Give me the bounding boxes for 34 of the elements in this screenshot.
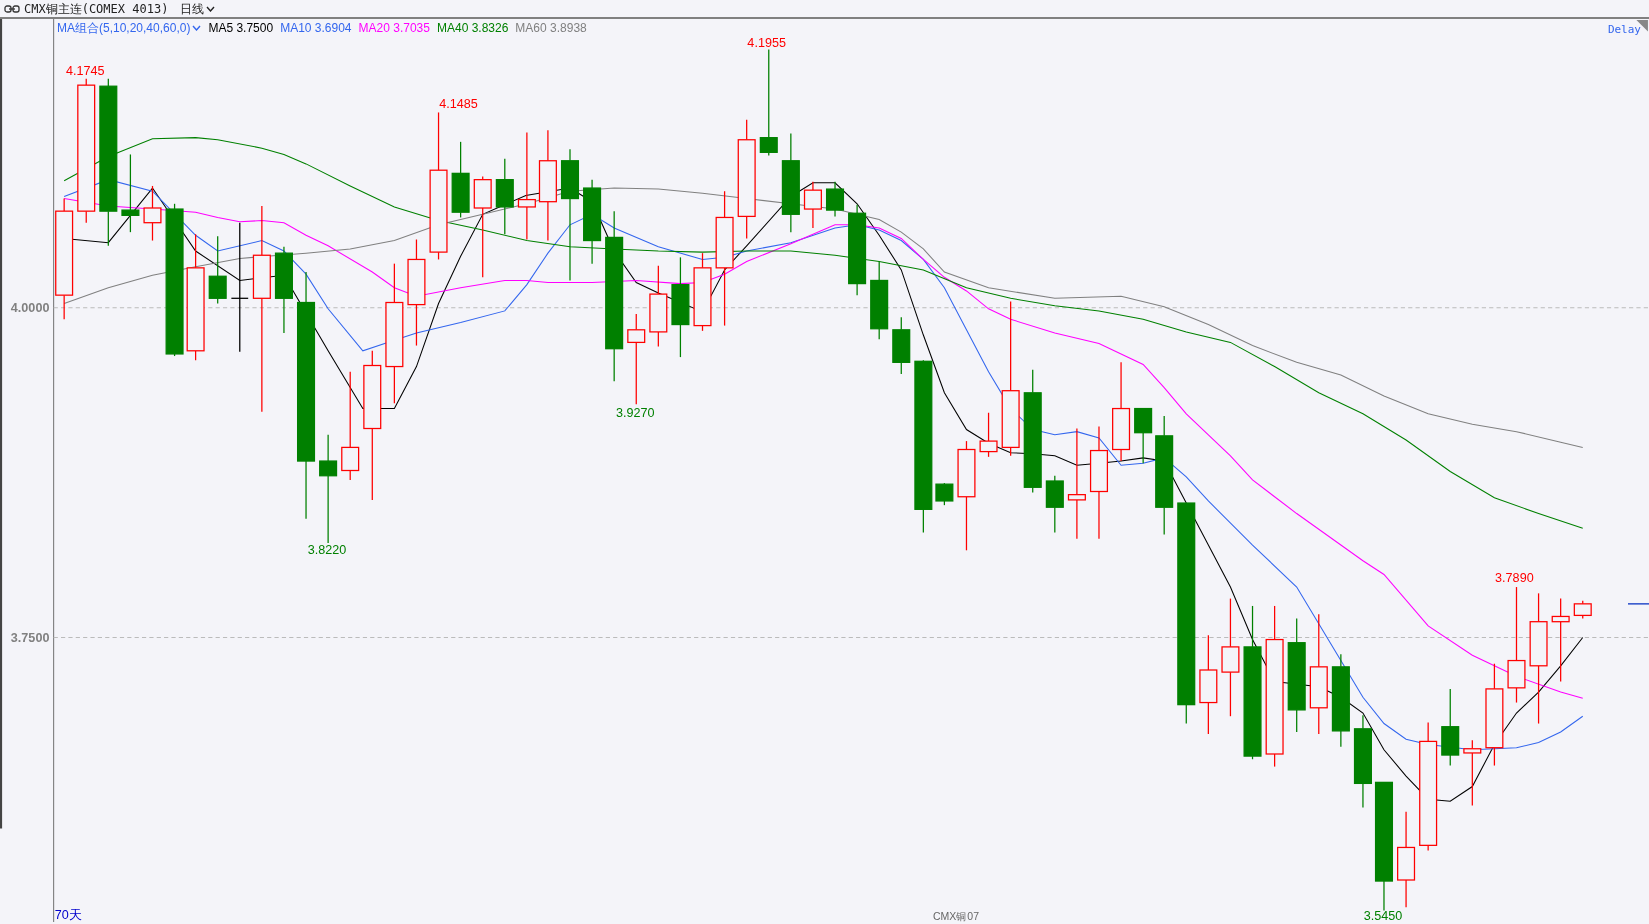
contract-label: CMX铜07: [932, 909, 979, 922]
price-extreme-label: 4.1955: [747, 36, 786, 51]
price-extreme-label: 3.8220: [307, 543, 347, 558]
instrument-title: CMX铜主连(COMEX 4013): [24, 0, 169, 18]
rising-candlestick: [1573, 600, 1592, 620]
ma-legend-item: MA60 3.8938: [515, 20, 587, 37]
ma-combo-dropdown[interactable]: MA组合(5,10,20,40,60,0): [57, 19, 202, 37]
price-axis-label: 4.0000: [10, 300, 50, 315]
falling-candlestick: [1134, 407, 1153, 464]
chevron-down-icon: [192, 25, 202, 31]
bar-count-label: 70天: [54, 907, 82, 922]
rising-candlestick: [979, 412, 998, 458]
link-icon: [4, 4, 20, 13]
price-axis-label: 3.7500: [10, 630, 50, 645]
falling-candlestick: [825, 181, 845, 218]
price-extreme-label: 4.1745: [65, 63, 105, 78]
falling-candlestick: [208, 235, 227, 305]
rising-candlestick: [143, 185, 162, 242]
delay-label: Delay: [1607, 22, 1641, 38]
ma-legend-item: MA10 3.6904: [280, 20, 352, 37]
price-extreme-label: 3.7890: [1495, 570, 1534, 585]
ma-legend-item: MA20 3.7035: [358, 20, 430, 37]
ma-legend-item: MA40 3.8326: [436, 20, 509, 37]
price-extreme-label: 4.1485: [439, 97, 478, 112]
rising-candlestick: [803, 181, 822, 229]
price-extreme-label: 3.5450: [1363, 908, 1403, 922]
price-extreme-label: 3.9270: [615, 405, 655, 420]
falling-candlestick: [892, 316, 911, 375]
chevron-down-icon: [206, 5, 216, 12]
ma-legend-item: MA5 3.7500: [208, 20, 274, 37]
falling-candlestick: [935, 482, 954, 506]
rising-candlestick: [1463, 739, 1482, 807]
falling-candlestick: [1045, 475, 1064, 534]
period-dropdown[interactable]: 日线: [180, 0, 216, 18]
